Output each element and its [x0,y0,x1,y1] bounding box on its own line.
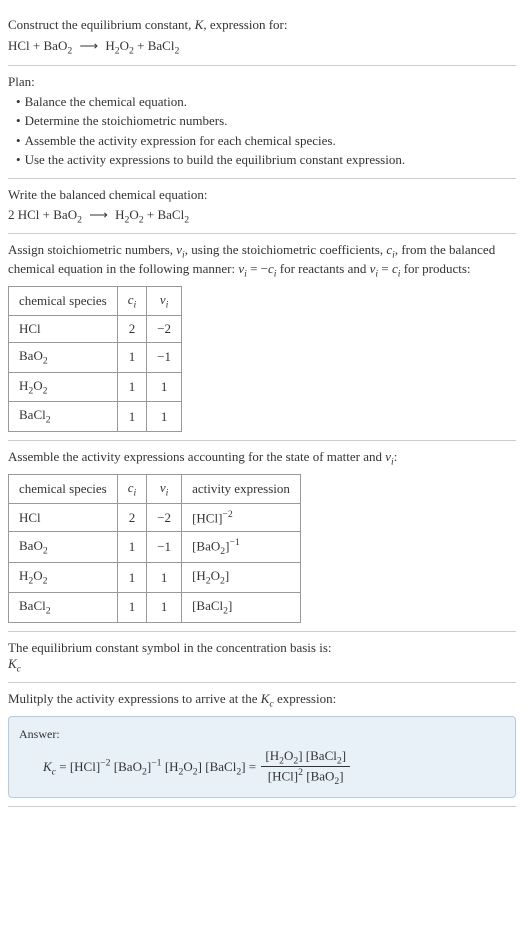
cell-c: 1 [117,402,147,432]
activity-header-species: chemical species [9,474,118,504]
balanced-equation: 2 HCl + BaO2 ⟶ H2O2 + BaCl2 [8,207,516,226]
plan-item: Use the activity expressions to build th… [8,150,516,170]
cell-species: H2O2 [9,372,118,402]
balanced-label: Write the balanced chemical equation: [8,187,516,203]
prompt-intro-text: Construct the equilibrium constant, [8,17,195,32]
table-row: HCl 2 −2 [9,316,182,343]
multiply-section: Mulitply the activity expressions to arr… [8,683,516,807]
cell-c: 2 [117,316,147,343]
table-row: H2O2 1 1 [9,372,182,402]
activity-table: chemical species ci νi activity expressi… [8,474,301,623]
plan-section: Plan: Balance the chemical equation. Det… [8,66,516,179]
symbol-value: Kc [8,656,516,675]
stoich-intro: Assign stoichiometric numbers, νi, using… [8,242,516,279]
plan-item: Determine the stoichiometric numbers. [8,111,516,131]
cell-species: HCl [9,504,118,532]
stoich-header-v: νi [147,286,182,316]
stoich-table: chemical species ci νi HCl 2 −2 BaO2 1 −… [8,286,182,432]
cell-v: −1 [147,532,182,563]
symbol-label: The equilibrium constant symbol in the c… [8,640,516,656]
answer-label: Answer: [19,727,505,742]
cell-c: 1 [117,343,147,373]
activity-header-c: ci [117,474,147,504]
prompt-intro-text2: , expression for: [203,17,287,32]
stoich-section: Assign stoichiometric numbers, νi, using… [8,234,516,441]
activity-header-expr: activity expression [182,474,301,504]
cell-expr: [HCl]−2 [182,504,301,532]
activity-header-v: νi [147,474,182,504]
balanced-section: Write the balanced chemical equation: 2 … [8,179,516,235]
table-row: BaCl2 1 1 [BaCl2] [9,592,301,622]
stoich-header-species: chemical species [9,286,118,316]
table-row: H2O2 1 1 [H2O2] [9,563,301,593]
cell-species: BaCl2 [9,592,118,622]
cell-c: 2 [117,504,147,532]
plan-item: Balance the chemical equation. [8,92,516,112]
cell-v: −1 [147,343,182,373]
cell-c: 1 [117,372,147,402]
plan-label: Plan: [8,74,516,90]
activity-section: Assemble the activity expressions accoun… [8,441,516,632]
cell-species: BaCl2 [9,402,118,432]
cell-species: BaO2 [9,532,118,563]
symbol-section: The equilibrium constant symbol in the c… [8,632,516,684]
cell-c: 1 [117,563,147,593]
answer-box: Answer: Kc = [HCl]−2 [BaO2]−1 [H2O2] [Ba… [8,716,516,799]
table-row: HCl 2 −2 [HCl]−2 [9,504,301,532]
plan-list: Balance the chemical equation. Determine… [8,92,516,170]
answer-expression: Kc = [HCl]−2 [BaO2]−1 [H2O2] [BaCl2] = [… [19,748,505,788]
table-row: BaO2 1 −1 [BaO2]−1 [9,532,301,563]
table-row: BaCl2 1 1 [9,402,182,432]
cell-expr: [BaCl2] [182,592,301,622]
cell-v: 1 [147,402,182,432]
cell-v: 1 [147,563,182,593]
activity-intro: Assemble the activity expressions accoun… [8,449,516,468]
cell-species: BaO2 [9,343,118,373]
cell-expr: [H2O2] [182,563,301,593]
stoich-header-c: ci [117,286,147,316]
unbalanced-equation: HCl + BaO2 ⟶ H2O2 + BaCl2 [8,38,516,57]
plan-item: Assemble the activity expression for eac… [8,131,516,151]
cell-v: 1 [147,372,182,402]
cell-species: HCl [9,316,118,343]
cell-v: 1 [147,592,182,622]
cell-c: 1 [117,592,147,622]
cell-v: −2 [147,504,182,532]
cell-expr: [BaO2]−1 [182,532,301,563]
table-row: BaO2 1 −1 [9,343,182,373]
multiply-label: Mulitply the activity expressions to arr… [8,691,516,710]
cell-species: H2O2 [9,563,118,593]
cell-c: 1 [117,532,147,563]
prompt-intro: Construct the equilibrium constant, K, e… [8,16,516,34]
prompt-section: Construct the equilibrium constant, K, e… [8,8,516,66]
cell-v: −2 [147,316,182,343]
